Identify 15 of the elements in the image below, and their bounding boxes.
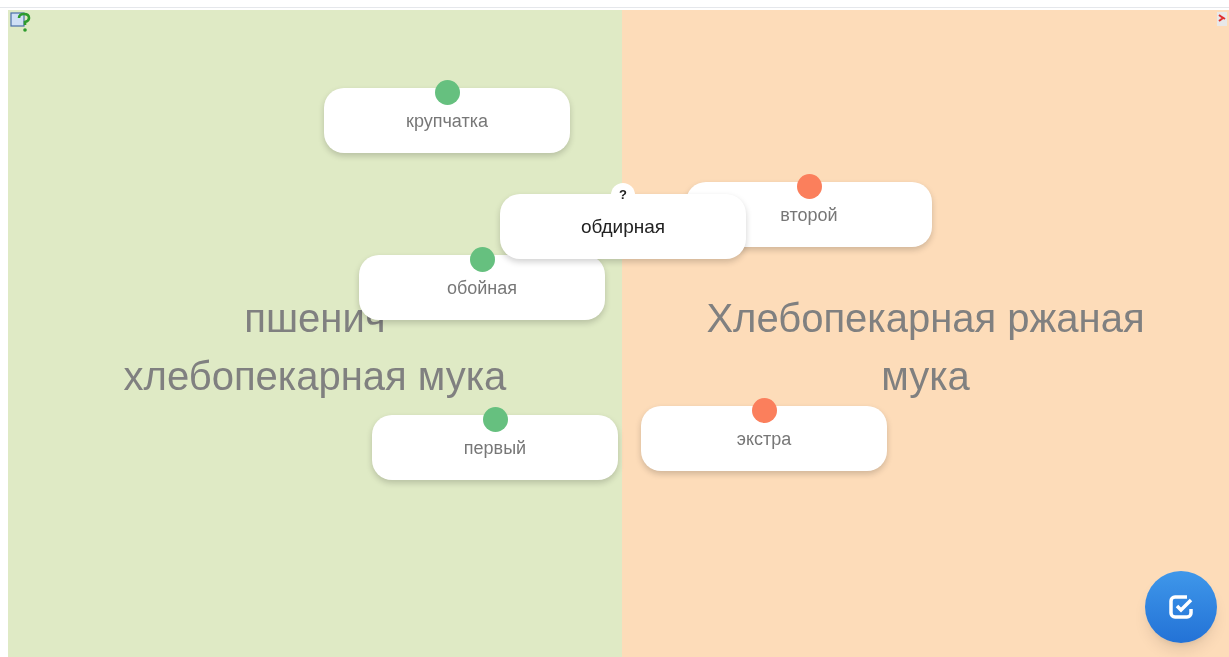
- fullscreen-icon[interactable]: [1217, 12, 1227, 26]
- answer-card[interactable]: экстра: [641, 406, 887, 471]
- card-label: второй: [780, 204, 838, 227]
- card-label: экстра: [736, 428, 792, 451]
- checkbox-icon: [1167, 593, 1195, 621]
- card-label: первый: [463, 437, 527, 460]
- card-label: крупчатка: [406, 110, 488, 133]
- help-icon[interactable]: [10, 12, 32, 34]
- answer-card[interactable]: первый: [372, 415, 618, 480]
- category-title: хлебопекарная мука: [123, 352, 507, 400]
- card-label: обойная: [446, 277, 518, 300]
- answer-card[interactable]: крупчатка: [324, 88, 570, 153]
- card-label: обдирная: [580, 215, 666, 240]
- category-title: мука: [881, 352, 970, 400]
- category-title: Хлебопекарная ржаная: [706, 294, 1145, 342]
